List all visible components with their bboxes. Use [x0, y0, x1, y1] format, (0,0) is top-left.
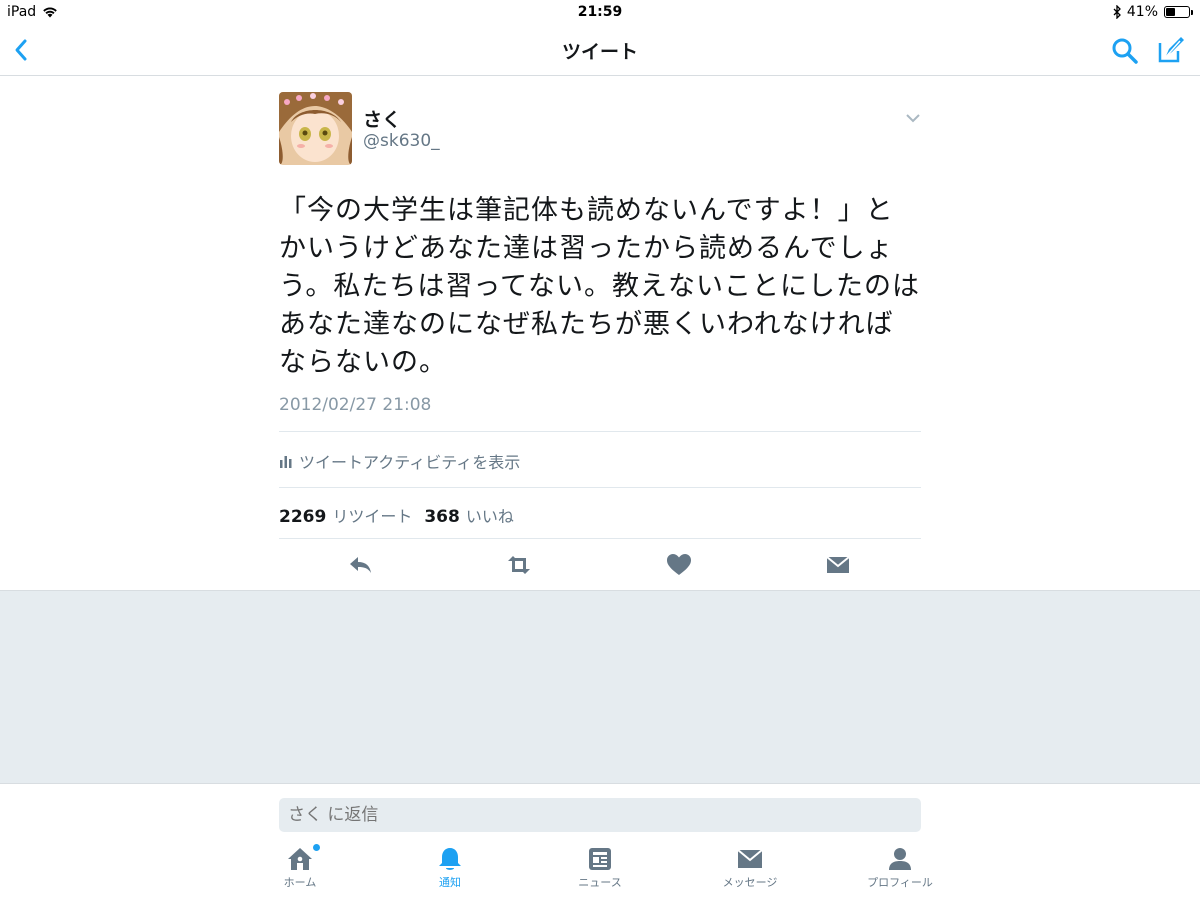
compose-tweet-icon[interactable]	[1156, 35, 1186, 65]
home-icon	[288, 848, 312, 870]
status-time: 21:59	[577, 4, 623, 20]
notification-dot	[313, 844, 320, 851]
avatar[interactable]	[279, 92, 352, 165]
status-bar: iPad 21:59 41%	[0, 0, 1200, 26]
reply-icon[interactable]	[347, 552, 375, 578]
search-icon[interactable]	[1110, 36, 1140, 66]
battery-icon	[1164, 6, 1193, 18]
chevron-down-icon[interactable]	[905, 112, 921, 124]
tweet-actions	[279, 552, 921, 582]
author-name[interactable]: さく	[363, 105, 401, 132]
bluetooth-icon	[1113, 5, 1121, 19]
divider	[279, 538, 921, 539]
tab-notifications[interactable]: 通知	[390, 846, 510, 890]
divider	[279, 431, 921, 432]
tab-profile-label: プロフィール	[867, 876, 933, 889]
divider	[279, 487, 921, 488]
activity-label: ツイートアクティビティを表示	[299, 453, 521, 472]
page-title: ツイート	[561, 41, 638, 63]
tab-profile[interactable]: プロフィール	[840, 846, 960, 890]
like-label[interactable]: いいね	[466, 503, 514, 527]
retweet-label[interactable]: リツイート	[332, 503, 412, 527]
battery-fill	[1166, 8, 1175, 16]
engagement-stats: 2269 リツイート 368 いいね	[279, 503, 520, 527]
battery-percent: 41%	[1126, 4, 1158, 20]
tab-bar: ホーム 通知 ニュース メッセージ プロフィール	[0, 844, 1200, 898]
tab-messages-label: メッセージ	[722, 876, 778, 889]
retweet-icon[interactable]	[505, 552, 533, 578]
author-handle[interactable]: @sk630_	[363, 131, 440, 151]
tab-notifications-label: 通知	[439, 876, 461, 889]
tweet-timestamp: 2012/02/27 21:08	[279, 395, 432, 415]
bottom-panel: ホーム 通知 ニュース メッセージ	[0, 783, 1200, 900]
person-icon	[889, 848, 911, 870]
avatar-image	[279, 92, 352, 165]
bar-chart-icon	[280, 456, 292, 468]
news-icon	[589, 848, 611, 870]
reply-input[interactable]	[279, 798, 921, 832]
tab-news-label: ニュース	[578, 876, 622, 889]
status-right: 41%	[1113, 4, 1193, 20]
tweet-text: 「今の大学生は筆記体も読めないんですよ！」とかいうけどあなた達は習ったから読める…	[279, 195, 921, 378]
envelope-icon	[737, 849, 763, 868]
bell-icon	[439, 848, 461, 870]
tab-home-label: ホーム	[283, 876, 317, 889]
navigation-bar: ツイート	[0, 26, 1200, 76]
retweet-count[interactable]: 2269	[279, 507, 326, 527]
tab-news[interactable]: ニュース	[540, 846, 660, 890]
tab-messages[interactable]: メッセージ	[690, 846, 810, 890]
direct-message-icon[interactable]	[824, 552, 852, 578]
empty-content-area	[0, 590, 1200, 783]
tab-home[interactable]: ホーム	[240, 844, 360, 890]
like-count[interactable]: 368	[424, 507, 460, 527]
tweet-activity-link[interactable]: ツイートアクティビティを表示	[279, 449, 520, 473]
heart-icon[interactable]	[665, 552, 693, 578]
